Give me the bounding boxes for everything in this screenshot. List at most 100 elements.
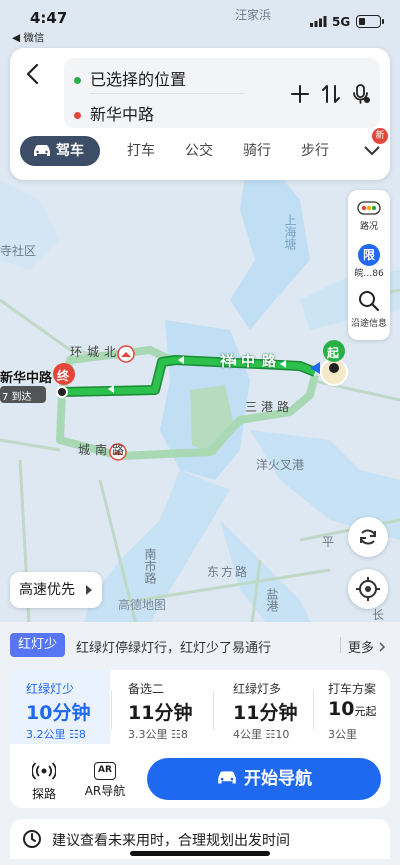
taxi-price-value: 10 [328, 698, 355, 720]
route-option-distance: 3.3公里 [128, 728, 168, 741]
signal-icon [310, 16, 327, 27]
new-badge: 新 [372, 128, 388, 144]
route-endpoints: 已选择的位置 新华中路 [64, 58, 380, 128]
explore-label: 探路 [31, 787, 56, 801]
explore-signal-icon [31, 762, 57, 780]
refresh-icon [360, 529, 376, 545]
tab-drive-label: 驾车 [56, 143, 84, 159]
map-label-sangang-road: 三港路 [245, 400, 294, 414]
map-label-yangang: 盐港 [265, 588, 279, 612]
route-option-meta: 3.2公里 ☷8 [26, 726, 86, 742]
route-option-3[interactable]: 红绿灯多 11分钟 4公里 ☷10 [215, 670, 310, 744]
route-option-time: 11分钟 [233, 702, 298, 724]
route-option-time: 11分钟 [128, 702, 193, 724]
route-tip-bar[interactable]: 红灯少 红绿灯停绿灯行，红灯少了易通行 更多 [10, 633, 390, 657]
map-label-yanghuochacha: 洋火叉港 [256, 458, 305, 472]
route-option-meta: 3.3公里 ☷8 [128, 726, 188, 742]
status-time: 4:47 [30, 9, 68, 27]
start-navigation-label: 开始导航 [244, 769, 312, 789]
screen: 汪家浜 上海塘 寺社区 环城北 祥中路 三港路 城南路 洋火叉港 南市路 东方路… [0, 0, 400, 865]
ar-nav-label: AR导航 [84, 784, 126, 798]
car-icon [34, 145, 50, 156]
destination-text: 新华中路 [90, 105, 155, 124]
along-route-label: 沿途信息 [350, 319, 387, 329]
endpoint-divider [90, 93, 244, 94]
swap-icon[interactable] [319, 82, 343, 106]
tip-text: 红绿灯停绿灯行，红灯少了易通行 [76, 641, 272, 656]
route-option-1[interactable]: 红绿灯少 10分钟 3.2公里 ☷8 [10, 670, 110, 744]
along-route-button[interactable]: 沿途信息 [348, 290, 390, 329]
route-option-price: 10元起 [328, 698, 376, 720]
locate-icon [356, 577, 380, 601]
network-type: 5G [332, 15, 351, 29]
tip-badge: 红灯少 [10, 633, 66, 657]
map-label-ping: 平 [322, 535, 335, 549]
chevron-right-icon [379, 642, 386, 652]
suggestion-text: 建议查看未来用时，合理规划出发时间 [52, 833, 290, 849]
traffic-label: 路况 [359, 222, 378, 232]
traffic-icon [357, 201, 381, 215]
car-icon [218, 771, 236, 784]
back-to-app-link[interactable]: ◀ 微信 [12, 30, 44, 45]
route-option-distance: 3.2公里 [26, 728, 66, 741]
route-search-card: 已选择的位置 新华中路 驾车 打车 公交 骑行 步行 新 [10, 48, 390, 180]
tab-taxi[interactable]: 打车 [127, 136, 155, 166]
battery-icon [356, 15, 384, 28]
taxi-price-unit: 元起 [354, 705, 377, 718]
map-logo-gaode: 高德地图 [118, 598, 167, 612]
route-options-card: 红绿灯少 10分钟 3.2公里 ☷8 备选二 11分钟 3.3公里 ☷8 红绿灯… [10, 670, 390, 808]
map-label-dongfang-road: 东方路 [207, 565, 250, 579]
route-option-distance: 3公里 [328, 728, 357, 741]
tab-ride[interactable]: 骑行 [243, 136, 271, 166]
map-tools-panel: 路况 限 皖…86 沿途信息 [348, 190, 390, 340]
plate-limit-label: 皖…86 [354, 269, 384, 279]
tab-drive[interactable]: 驾车 [20, 136, 100, 166]
origin-dot-icon [74, 77, 81, 84]
start-navigation-button[interactable]: 开始导航 [147, 758, 381, 800]
option-divider [213, 690, 214, 730]
transport-tabs: 驾车 打车 公交 骑行 步行 新 [10, 128, 390, 172]
locate-button[interactable] [348, 569, 388, 609]
map-label-si-community: 寺社区 [0, 244, 37, 258]
destination-field[interactable]: 新华中路 [74, 101, 154, 125]
route-option-2[interactable]: 备选二 11分钟 3.3公里 ☷8 [112, 670, 207, 744]
voice-icon[interactable] [349, 82, 373, 106]
map-label-chengnan-road: 城南路 [78, 443, 130, 457]
route-option-taxi[interactable]: 打车方案 10元起 3公里 [314, 670, 390, 744]
route-preference-label: 高速优先 [19, 582, 75, 598]
route-option-distance: 4公里 [233, 728, 262, 741]
end-arrive-label: 7 到达 [2, 392, 32, 403]
route-option-meta: 4公里 ☷10 [233, 726, 289, 742]
map-label-xiangzhong-road: 祥中路 [220, 354, 283, 370]
route-option-name: 打车方案 [328, 682, 377, 696]
explore-button[interactable]: 探路 [18, 760, 70, 802]
search-icon [359, 291, 380, 312]
back-icon[interactable] [22, 62, 44, 86]
route-sheet: 红灯少 红绿灯停绿灯行，红灯少了易通行 更多 红绿灯少 10分钟 3.2公里 ☷… [0, 622, 400, 865]
plate-limit-button[interactable]: 限 皖…86 [348, 244, 390, 279]
traffic-light-small-icon: ☷ [265, 728, 276, 741]
tip-more-label: 更多 [347, 641, 374, 656]
route-option-lights: 10 [275, 728, 290, 741]
more-tabs-chevron-icon[interactable] [362, 144, 382, 158]
play-arrow-icon [86, 585, 92, 595]
tab-transit[interactable]: 公交 [185, 136, 213, 166]
limit-icon: 限 [358, 244, 380, 266]
start-marker: 起 [327, 346, 340, 360]
tip-more-link[interactable]: 更多 [348, 637, 386, 656]
destination-dot-icon [74, 112, 81, 119]
route-option-time: 10分钟 [26, 702, 91, 724]
refresh-route-button[interactable] [348, 517, 388, 557]
home-indicator [130, 851, 270, 856]
tab-walk[interactable]: 步行 [301, 136, 329, 166]
add-stop-icon[interactable] [288, 82, 312, 106]
ar-icon: AR [94, 762, 116, 780]
route-option-lights: 8 [180, 728, 188, 741]
traffic-button[interactable]: 路况 [348, 200, 390, 232]
origin-field[interactable]: 已选择的位置 [74, 66, 186, 90]
map-label-nanshi-road: 南市路 [143, 548, 157, 584]
end-marker: 终 [57, 369, 70, 383]
ar-nav-button[interactable]: AR AR导航 [79, 760, 131, 799]
map-label-huancheng-bei: 环城北 [70, 345, 122, 359]
route-preference-button[interactable]: 高速优先 [10, 572, 102, 608]
